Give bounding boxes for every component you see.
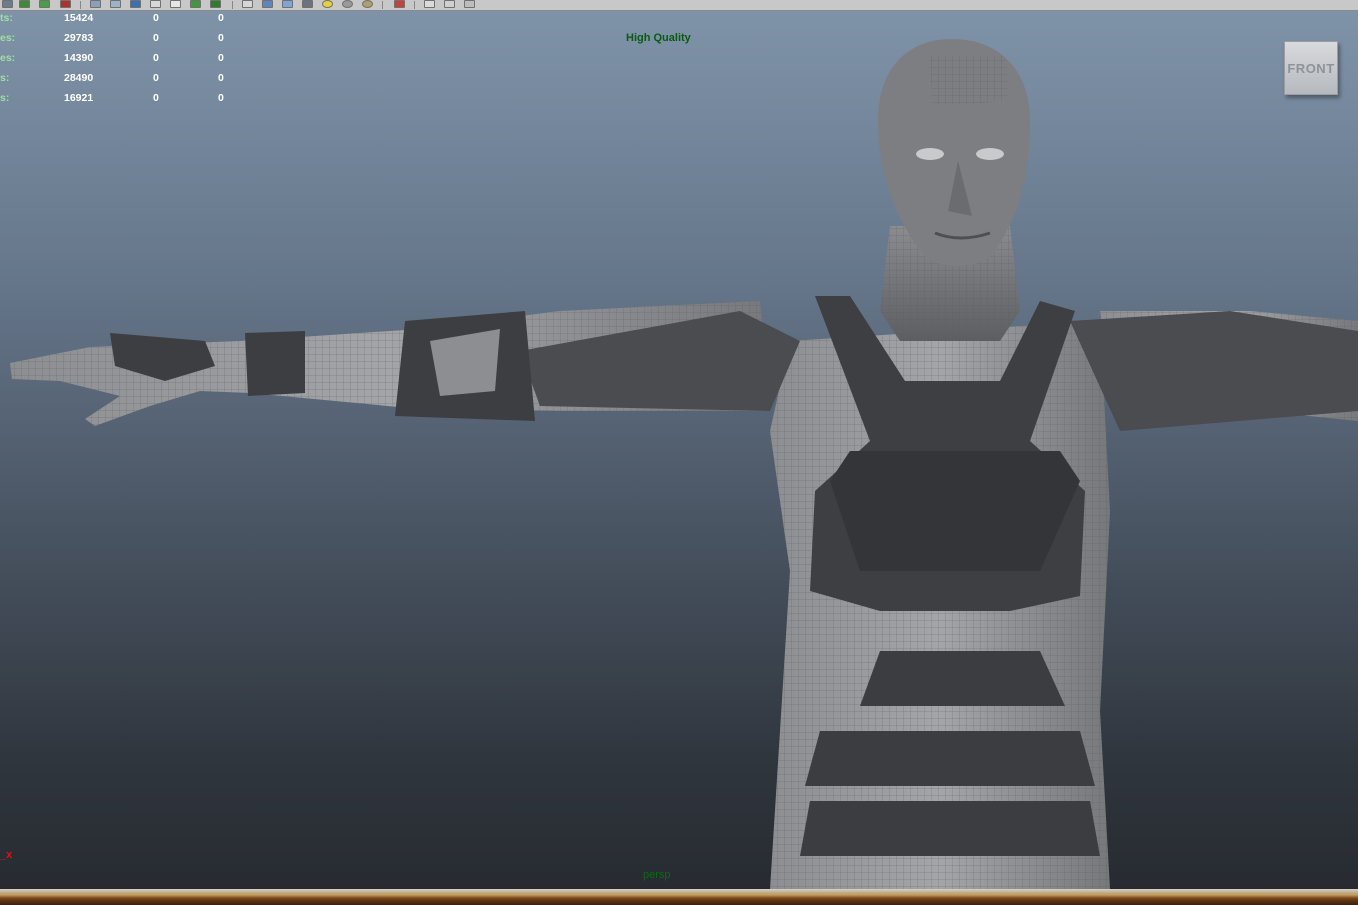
isolate-icon[interactable] — [242, 0, 253, 8]
hud-value: 0 — [218, 12, 224, 24]
ao-icon[interactable] — [362, 0, 373, 8]
shadow-icon[interactable] — [342, 0, 353, 8]
belly-strap-1 — [860, 651, 1065, 706]
wire-icon[interactable] — [262, 0, 273, 8]
brush-icon[interactable] — [60, 0, 71, 8]
grid-icon[interactable] — [170, 0, 181, 8]
perspective-viewport[interactable]: ts: 15424 0 0 es: 29783 0 0 es: 14390 0 … — [0, 11, 1358, 889]
belly-strap-2 — [805, 731, 1095, 786]
character-model[interactable] — [0, 11, 1358, 889]
viewport-toolbar — [0, 0, 1358, 11]
hud-value: 0 — [218, 32, 224, 44]
camera-name-label: persp — [643, 869, 671, 881]
right-shoulder-armor — [1070, 311, 1358, 431]
select-icon[interactable] — [190, 0, 201, 8]
quality-label: High Quality — [626, 32, 691, 44]
time-slider-bar[interactable] — [0, 889, 1358, 905]
hud-label: es: — [0, 32, 16, 44]
smooth-icon[interactable] — [282, 0, 293, 8]
hud-value: 0 — [153, 52, 159, 64]
hud-value: 0 — [218, 92, 224, 104]
hud-label: s: — [0, 72, 10, 84]
hud-value: 29783 — [64, 32, 94, 44]
hud-value: 14390 — [64, 52, 94, 64]
selection-icon[interactable] — [394, 0, 405, 8]
hud-value: 0 — [153, 72, 159, 84]
hud-value: 16921 — [64, 92, 94, 104]
manip-icon[interactable] — [424, 0, 435, 8]
film-icon[interactable] — [444, 0, 455, 8]
table-icon[interactable] — [19, 0, 30, 8]
hud-label: s: — [0, 92, 10, 104]
hud-value: 0 — [153, 92, 159, 104]
uv-icon[interactable] — [110, 0, 121, 8]
viewcube-face-label: FRONT — [1287, 61, 1335, 76]
hud-value: 15424 — [64, 12, 94, 24]
hud-value: 28490 — [64, 72, 94, 84]
snap-icon[interactable] — [210, 0, 221, 8]
shade-icon[interactable] — [90, 0, 101, 8]
layer-icon[interactable] — [2, 0, 13, 8]
hud-label: es: — [0, 52, 16, 64]
hud-value: 0 — [218, 52, 224, 64]
belly-strap-3 — [800, 801, 1100, 856]
hud-value: 0 — [153, 12, 159, 24]
hud-value: 0 — [153, 32, 159, 44]
hud-value: 0 — [218, 72, 224, 84]
texture-icon[interactable] — [302, 0, 313, 8]
viewcube[interactable]: FRONT — [1284, 41, 1338, 95]
hud-label: ts: — [0, 12, 13, 24]
wrist-band — [245, 331, 305, 396]
render-icon[interactable] — [130, 0, 141, 8]
camera-icon[interactable] — [150, 0, 161, 8]
tools-icon[interactable] — [464, 0, 475, 8]
light-icon[interactable] — [322, 0, 333, 8]
axis-indicator: _x — [0, 849, 13, 861]
paint-icon[interactable] — [39, 0, 50, 8]
